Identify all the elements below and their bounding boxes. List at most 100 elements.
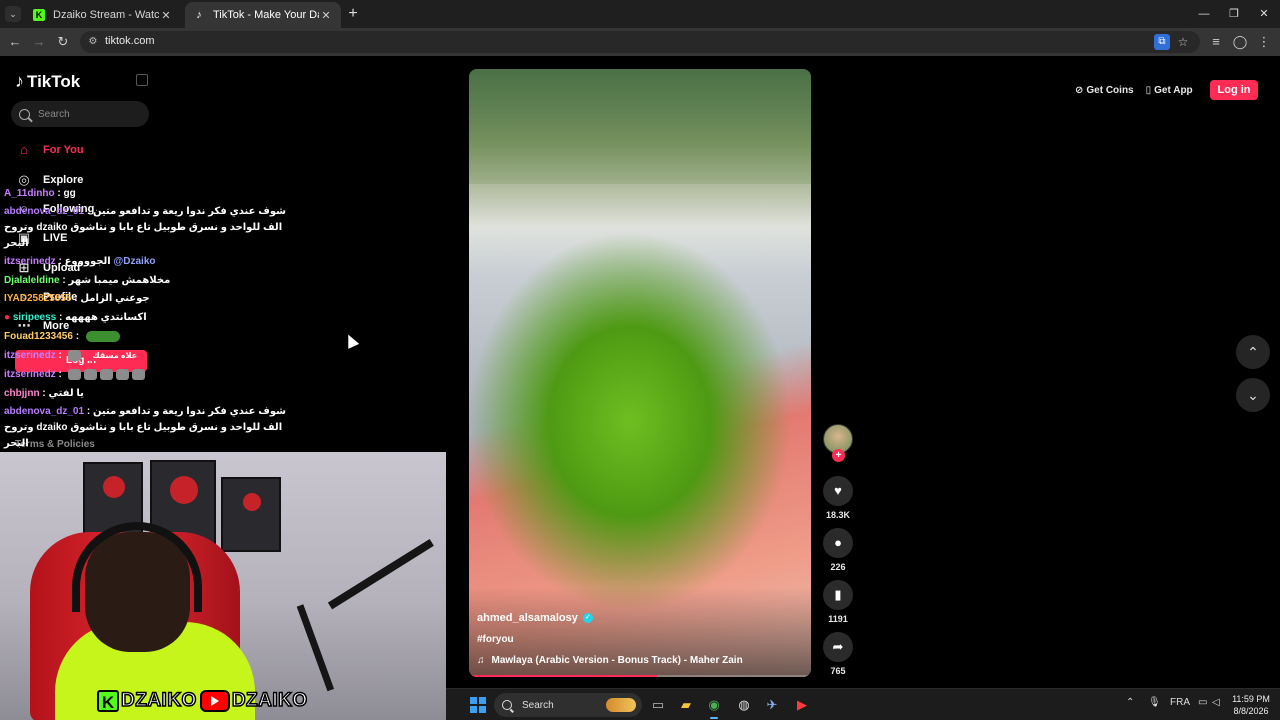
chat-message-continuation: وتروح dzaiko الف للواحد و نسرق طوبيل تاع… (4, 222, 283, 233)
video-music[interactable]: ♫ Mawlaya (Arabic Version - Bonus Track)… (477, 655, 743, 666)
chat-message: chbjjnn : يا لفتي (4, 387, 84, 400)
chat-message-continuation: البحر (4, 438, 29, 449)
video-player[interactable]: ahmed_alsamalosy ✓ #foryou ♫ Mawlaya (Ar… (469, 69, 811, 677)
home-icon: ⌂ (20, 142, 28, 157)
next-video-chevron-down-icon[interactable]: ⌄ (1236, 378, 1270, 412)
channel-name-kick: DZAIKO (120, 689, 197, 712)
system-clock[interactable]: 11:59 PM 8/8/2026 (1226, 693, 1276, 717)
network-icon[interactable]: ▭ (1198, 697, 1207, 708)
keyboard-language[interactable]: FRA (1170, 697, 1190, 708)
video-hashtag[interactable]: #foryou (477, 634, 514, 645)
get-app-label: Get App (1154, 84, 1193, 96)
save-count: 1191 (828, 614, 848, 624)
tab-tiktok[interactable]: ♪ TikTok - Make Your Day ✕ (185, 2, 341, 28)
cat-emote-icon (67, 349, 81, 361)
search-input[interactable] (38, 108, 138, 120)
close-icon[interactable]: ✕ (159, 9, 173, 22)
browser-toolbar: ← → ↻ ⚙ tiktok.com ⧉ ☆ ≡ ◯ ⋮ (0, 28, 1280, 56)
video-progress-bar[interactable] (469, 675, 811, 677)
save-action[interactable]: ▮ 1191 (823, 580, 853, 624)
address-bar[interactable]: ⚙ tiktok.com ⧉ ☆ (80, 31, 1200, 53)
follow-plus-icon[interactable]: + (832, 449, 845, 462)
reading-list-icon[interactable]: ≡ (1206, 32, 1226, 52)
tray-chevron-up-icon[interactable]: ⌃ (1126, 697, 1134, 708)
like-action[interactable]: ♥ 18.3K (823, 476, 853, 520)
tab-search-icon[interactable]: ⌄ (5, 6, 21, 22)
bookmark-icon[interactable]: ▮ (823, 580, 853, 610)
volume-icon[interactable]: ◁ (1212, 697, 1220, 708)
search-bar[interactable] (11, 101, 149, 127)
get-coins-button[interactable]: ⊘ Get Coins (1075, 85, 1134, 96)
steam-icon[interactable]: ✈ (762, 695, 782, 715)
nav-for-you[interactable]: ⌂ For You (15, 142, 83, 157)
collapse-sidebar-icon[interactable] (136, 74, 148, 86)
kick-favicon-icon: K (33, 9, 45, 21)
comment-icon[interactable]: ● (823, 528, 853, 558)
tab-dzaiko-stream[interactable]: K Dzaiko Stream - Watch Live on ✕ (25, 2, 181, 28)
reload-icon[interactable]: ↻ (53, 32, 73, 52)
heart-icon[interactable]: ♥ (823, 476, 853, 506)
tiktok-logo[interactable]: ♪ TikTok (15, 71, 80, 92)
video-author[interactable]: ahmed_alsamalosy ✓ (477, 612, 593, 624)
cat-emote-icon (131, 368, 145, 380)
comment-count: 226 (830, 562, 846, 572)
back-arrow-icon[interactable]: ← (5, 32, 25, 52)
task-view-icon[interactable]: ▭ (648, 695, 668, 715)
microphone-icon[interactable]: 🎙 (1148, 697, 1161, 708)
clock-time: 11:59 PM (1232, 694, 1270, 704)
cast-icon[interactable]: ⧉ (1154, 34, 1170, 50)
file-explorer-icon[interactable]: ▰ (676, 695, 696, 715)
chat-text: : جوعني الزامل (71, 293, 150, 304)
previous-video-chevron-up-icon[interactable]: ⌃ (1236, 335, 1270, 369)
youtube-app-icon[interactable]: ▶ (792, 695, 812, 715)
author-name: ahmed_alsamalosy (477, 612, 578, 624)
obs-icon[interactable]: ◍ (734, 695, 754, 715)
chat-mention: @Dzaiko (113, 256, 156, 267)
chat-username: itzserinedz (4, 256, 56, 267)
tab-title: Dzaiko Stream - Watch Live on (53, 9, 159, 21)
chat-text: : gg (54, 188, 76, 199)
cat-emote-icon (115, 368, 129, 380)
chat-message: Djalaleldine : مخلاهمش ميمبا شهر (4, 274, 170, 287)
chat-badge: علاه مسقك (86, 350, 144, 361)
chat-username: Fouad1233456 (4, 331, 73, 342)
location-pin-icon: ● (4, 312, 11, 323)
profile-icon[interactable]: ◯ (1230, 32, 1250, 52)
chat-message: IYAD25825855 : جوعني الزامل (4, 292, 150, 305)
kebab-menu-icon[interactable]: ⋮ (1254, 32, 1274, 52)
nav-explore[interactable]: ◎ Explore (15, 172, 83, 188)
chat-username: abdenova_dz_01 (4, 206, 85, 217)
get-app-button[interactable]: ▯ Get App (1146, 85, 1193, 96)
new-tab-plus-icon[interactable]: + (344, 5, 362, 23)
window-close-icon[interactable]: ✕ (1254, 4, 1274, 24)
chrome-icon[interactable]: ◉ (704, 695, 724, 719)
restore-icon[interactable]: ❐ (1224, 4, 1244, 24)
chat-message-continuation: وتروح dzaiko الف للواحد و نسرق طوبيل تاع… (4, 422, 283, 433)
share-arrow-icon[interactable]: ➦ (823, 632, 853, 662)
mic-arm (296, 604, 335, 692)
music-note-icon: ♫ (477, 655, 485, 666)
chat-text: : يا لفتي (39, 388, 84, 399)
comment-action[interactable]: ● 226 (823, 528, 853, 572)
close-icon[interactable]: ✕ (319, 9, 333, 22)
windows-start-icon[interactable] (470, 697, 486, 713)
site-info-icon[interactable]: ⚙ (86, 35, 100, 49)
chat-text: : الجووووع (55, 256, 114, 267)
clock-date: 8/8/2026 (1233, 706, 1269, 716)
bookmark-star-icon[interactable]: ☆ (1175, 34, 1191, 50)
chat-message: ● siripeess : اكسانتدي ههههه (4, 311, 147, 324)
chat-message: A_11dinho : gg (4, 187, 76, 200)
forward-arrow-icon[interactable]: → (29, 32, 49, 52)
nav-label: Explore (43, 174, 84, 186)
header-login-button[interactable]: Log in (1210, 80, 1258, 100)
chat-text: : مخلاهمش ميمبا شهر (59, 275, 171, 286)
pepe-emote-icon (85, 330, 120, 342)
chat-message: itzserinedz : الجووووع @Dzaiko (4, 255, 155, 268)
minimize-icon[interactable]: — (1194, 4, 1214, 24)
cat-emote-icon (67, 368, 81, 380)
kick-logo-icon: K (97, 690, 119, 712)
share-action[interactable]: ➦ 765 (823, 632, 853, 676)
tab-title: TikTok - Make Your Day (213, 9, 319, 21)
taskbar-search[interactable]: Search (494, 693, 642, 717)
music-title: Mawlaya (Arabic Version - Bonus Track) -… (491, 655, 743, 666)
